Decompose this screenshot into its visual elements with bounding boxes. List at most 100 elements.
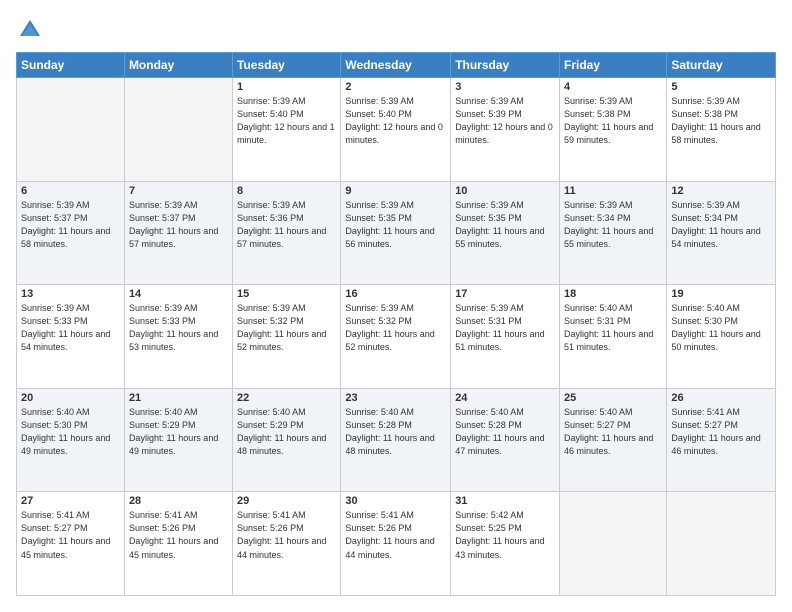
day-number: 17: [455, 288, 555, 300]
calendar-cell: 16 Sunrise: 5:39 AMSunset: 5:32 PMDayligh…: [341, 285, 451, 389]
calendar-cell: 13 Sunrise: 5:39 AMSunset: 5:33 PMDayligh…: [17, 285, 125, 389]
day-number: 24: [455, 392, 555, 404]
calendar-cell: 11 Sunrise: 5:39 AMSunset: 5:34 PMDayligh…: [560, 181, 667, 285]
day-info: Sunrise: 5:39 AMSunset: 5:40 PMDaylight:…: [345, 95, 446, 147]
day-info: Sunrise: 5:40 AMSunset: 5:28 PMDaylight:…: [345, 406, 446, 458]
day-number: 22: [237, 392, 336, 404]
day-number: 25: [564, 392, 662, 404]
calendar-cell: 2 Sunrise: 5:39 AMSunset: 5:40 PMDaylight…: [341, 78, 451, 182]
day-number: 7: [129, 185, 228, 197]
day-info: Sunrise: 5:41 AMSunset: 5:27 PMDaylight:…: [671, 406, 771, 458]
day-number: 26: [671, 392, 771, 404]
calendar-cell: 18 Sunrise: 5:40 AMSunset: 5:31 PMDayligh…: [560, 285, 667, 389]
calendar-cell: 4Sunrise: 5:39 AMSunset: 5:38 PMDaylight…: [560, 78, 667, 182]
day-info: Sunrise: 5:40 AMSunset: 5:29 PMDaylight:…: [129, 406, 228, 458]
day-number: 4: [564, 81, 662, 93]
day-number: 20: [21, 392, 120, 404]
day-number: 13: [21, 288, 120, 300]
day-info: Sunrise: 5:40 AMSunset: 5:30 PMDaylight:…: [671, 302, 771, 354]
calendar: SundayMondayTuesdayWednesdayThursdayFrid…: [16, 52, 776, 596]
day-info: Sunrise: 5:42 AMSunset: 5:25 PMDaylight:…: [455, 509, 555, 561]
day-number: 31: [455, 495, 555, 507]
day-number: 8: [237, 185, 336, 197]
day-info: Sunrise: 5:40 AMSunset: 5:29 PMDaylight:…: [237, 406, 336, 458]
day-info: Sunrise: 5:39 AMSunset: 5:34 PMDaylight:…: [671, 199, 771, 251]
calendar-cell: 14 Sunrise: 5:39 AMSunset: 5:33 PMDayligh…: [124, 285, 232, 389]
day-number: 14: [129, 288, 228, 300]
day-number: 10: [455, 185, 555, 197]
calendar-cell: 24 Sunrise: 5:40 AMSunset: 5:28 PMDayligh…: [451, 388, 560, 492]
calendar-cell: 17 Sunrise: 5:39 AMSunset: 5:31 PMDayligh…: [451, 285, 560, 389]
day-info: Sunrise: 5:39 AMSunset: 5:31 PMDaylight:…: [455, 302, 555, 354]
calendar-cell: 22 Sunrise: 5:40 AMSunset: 5:29 PMDayligh…: [233, 388, 341, 492]
logo: [16, 16, 48, 44]
calendar-cell: 20Sunrise: 5:40 AMSunset: 5:30 PMDayligh…: [17, 388, 125, 492]
page: SundayMondayTuesdayWednesdayThursdayFrid…: [0, 0, 792, 612]
day-number: 9: [345, 185, 446, 197]
calendar-cell: 27 Sunrise: 5:41 AMSunset: 5:27 PMDayligh…: [17, 492, 125, 596]
calendar-cell: 7 Sunrise: 5:39 AMSunset: 5:37 PMDaylight…: [124, 181, 232, 285]
calendar-cell: 25 Sunrise: 5:40 AMSunset: 5:27 PMDayligh…: [560, 388, 667, 492]
weekday-header-saturday: Saturday: [667, 53, 776, 78]
logo-icon: [16, 16, 44, 44]
day-info: Sunrise: 5:39 AMSunset: 5:33 PMDaylight:…: [129, 302, 228, 354]
day-info: Sunrise: 5:40 AMSunset: 5:31 PMDaylight:…: [564, 302, 662, 354]
calendar-cell: [667, 492, 776, 596]
day-info: Sunrise: 5:41 AMSunset: 5:26 PMDaylight:…: [345, 509, 446, 561]
calendar-cell: 6 Sunrise: 5:39 AMSunset: 5:37 PMDaylight…: [17, 181, 125, 285]
day-number: 19: [671, 288, 771, 300]
day-number: 23: [345, 392, 446, 404]
calendar-cell: 29 Sunrise: 5:41 AMSunset: 5:26 PMDayligh…: [233, 492, 341, 596]
day-info: Sunrise: 5:39 AMSunset: 5:33 PMDaylight:…: [21, 302, 120, 354]
calendar-cell: 3 Sunrise: 5:39 AMSunset: 5:39 PMDaylight…: [451, 78, 560, 182]
calendar-cell: 15Sunrise: 5:39 AMSunset: 5:32 PMDayligh…: [233, 285, 341, 389]
weekday-header-thursday: Thursday: [451, 53, 560, 78]
day-info: Sunrise: 5:39 AMSunset: 5:40 PMDaylight:…: [237, 95, 336, 147]
day-number: 18: [564, 288, 662, 300]
calendar-cell: 19 Sunrise: 5:40 AMSunset: 5:30 PMDayligh…: [667, 285, 776, 389]
day-number: 30: [345, 495, 446, 507]
calendar-cell: [124, 78, 232, 182]
calendar-cell: 9 Sunrise: 5:39 AMSunset: 5:35 PMDaylight…: [341, 181, 451, 285]
calendar-cell: 1 Sunrise: 5:39 AMSunset: 5:40 PMDaylight…: [233, 78, 341, 182]
calendar-cell: 12Sunrise: 5:39 AMSunset: 5:34 PMDayligh…: [667, 181, 776, 285]
weekday-header-monday: Monday: [124, 53, 232, 78]
day-info: Sunrise: 5:39 AMSunset: 5:35 PMDaylight:…: [345, 199, 446, 251]
day-info: Sunrise: 5:39 AMSunset: 5:36 PMDaylight:…: [237, 199, 336, 251]
day-info: Sunrise: 5:40 AMSunset: 5:28 PMDaylight:…: [455, 406, 555, 458]
day-number: 27: [21, 495, 120, 507]
day-number: 29: [237, 495, 336, 507]
day-info: Sunrise: 5:41 AMSunset: 5:26 PMDaylight:…: [237, 509, 336, 561]
calendar-cell: 21 Sunrise: 5:40 AMSunset: 5:29 PMDayligh…: [124, 388, 232, 492]
day-info: Sunrise: 5:39 AMSunset: 5:34 PMDaylight:…: [564, 199, 662, 251]
day-info: Sunrise: 5:39 AMSunset: 5:32 PMDaylight:…: [237, 302, 336, 354]
calendar-cell: 30 Sunrise: 5:41 AMSunset: 5:26 PMDayligh…: [341, 492, 451, 596]
day-info: Sunrise: 5:39 AMSunset: 5:37 PMDaylight:…: [129, 199, 228, 251]
day-info: Sunrise: 5:41 AMSunset: 5:26 PMDaylight:…: [129, 509, 228, 561]
calendar-cell: 23 Sunrise: 5:40 AMSunset: 5:28 PMDayligh…: [341, 388, 451, 492]
day-number: 21: [129, 392, 228, 404]
day-info: Sunrise: 5:41 AMSunset: 5:27 PMDaylight:…: [21, 509, 120, 561]
day-number: 16: [345, 288, 446, 300]
weekday-header-friday: Friday: [560, 53, 667, 78]
day-info: Sunrise: 5:39 AMSunset: 5:37 PMDaylight:…: [21, 199, 120, 251]
calendar-cell: [17, 78, 125, 182]
day-info: Sunrise: 5:40 AMSunset: 5:27 PMDaylight:…: [564, 406, 662, 458]
day-number: 6: [21, 185, 120, 197]
weekday-header-tuesday: Tuesday: [233, 53, 341, 78]
day-number: 11: [564, 185, 662, 197]
weekday-header-wednesday: Wednesday: [341, 53, 451, 78]
day-number: 1: [237, 81, 336, 93]
day-number: 28: [129, 495, 228, 507]
day-info: Sunrise: 5:39 AMSunset: 5:38 PMDaylight:…: [671, 95, 771, 147]
day-info: Sunrise: 5:39 AMSunset: 5:32 PMDaylight:…: [345, 302, 446, 354]
calendar-cell: 28 Sunrise: 5:41 AMSunset: 5:26 PMDayligh…: [124, 492, 232, 596]
day-number: 2: [345, 81, 446, 93]
calendar-cell: 5 Sunrise: 5:39 AMSunset: 5:38 PMDaylight…: [667, 78, 776, 182]
day-number: 5: [671, 81, 771, 93]
calendar-cell: 26 Sunrise: 5:41 AMSunset: 5:27 PMDayligh…: [667, 388, 776, 492]
day-info: Sunrise: 5:39 AMSunset: 5:35 PMDaylight:…: [455, 199, 555, 251]
day-info: Sunrise: 5:39 AMSunset: 5:39 PMDaylight:…: [455, 95, 555, 147]
day-number: 3: [455, 81, 555, 93]
calendar-cell: [560, 492, 667, 596]
